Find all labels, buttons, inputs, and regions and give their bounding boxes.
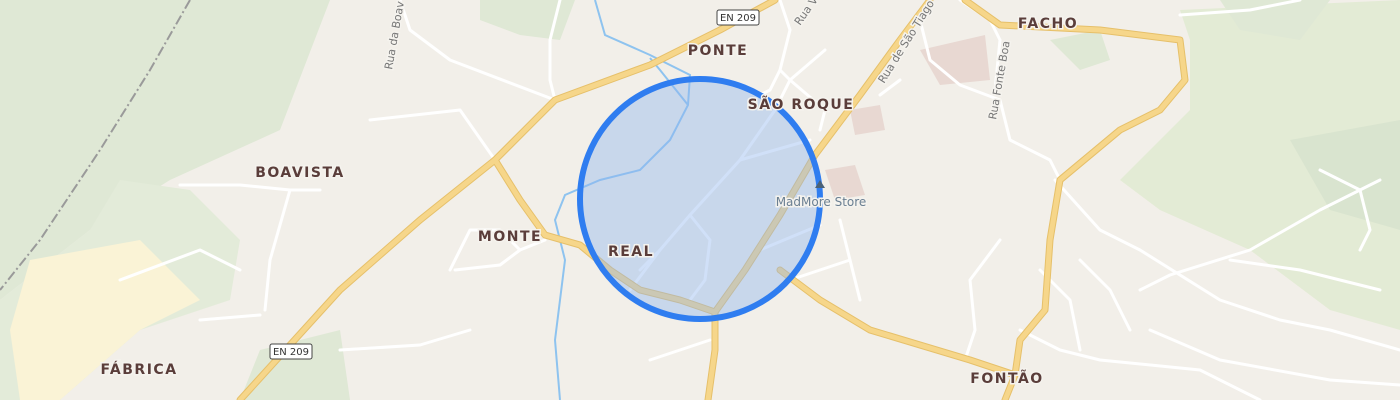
poi-label-madmore-store: MadMore Store <box>776 195 867 209</box>
green-area-north <box>480 0 575 40</box>
street-label-rua-sao-tiago: Rua de São Tiago <box>876 0 938 86</box>
place-label-boavista: BOAVISTA <box>255 165 345 181</box>
place-label-monte: MONTE <box>478 229 542 245</box>
green-patch-north-east <box>1050 30 1110 70</box>
street-label-rua-fonte-boa: Rua Fonte Boa <box>986 40 1013 121</box>
svg-text:EN 209: EN 209 <box>720 13 756 24</box>
place-label-ponte: PONTE <box>688 43 749 59</box>
place-label-real: REAL <box>608 244 654 260</box>
map-svg[interactable]: EN 209 EN 209 Rua da Boav Rua V Rua de S… <box>0 0 1400 400</box>
street-label-rua-da-boavista: Rua da Boav <box>382 0 407 71</box>
building-block-3 <box>850 105 885 135</box>
road-shield-en209-top: EN 209 <box>716 9 760 26</box>
street-label-rua-v: Rua V <box>792 0 821 28</box>
map-canvas[interactable]: EN 209 EN 209 Rua da Boav Rua V Rua de S… <box>0 0 1400 400</box>
svg-text:EN 209: EN 209 <box>273 347 309 358</box>
place-label-facho: FACHO <box>1018 16 1078 32</box>
place-label-sao-roque: SÃO ROQUE <box>748 96 855 113</box>
place-label-fontao: FONTÃO <box>970 370 1043 387</box>
place-label-fabrica: FÁBRICA <box>100 361 177 378</box>
road-shield-en209-left: EN 209 <box>269 343 313 360</box>
